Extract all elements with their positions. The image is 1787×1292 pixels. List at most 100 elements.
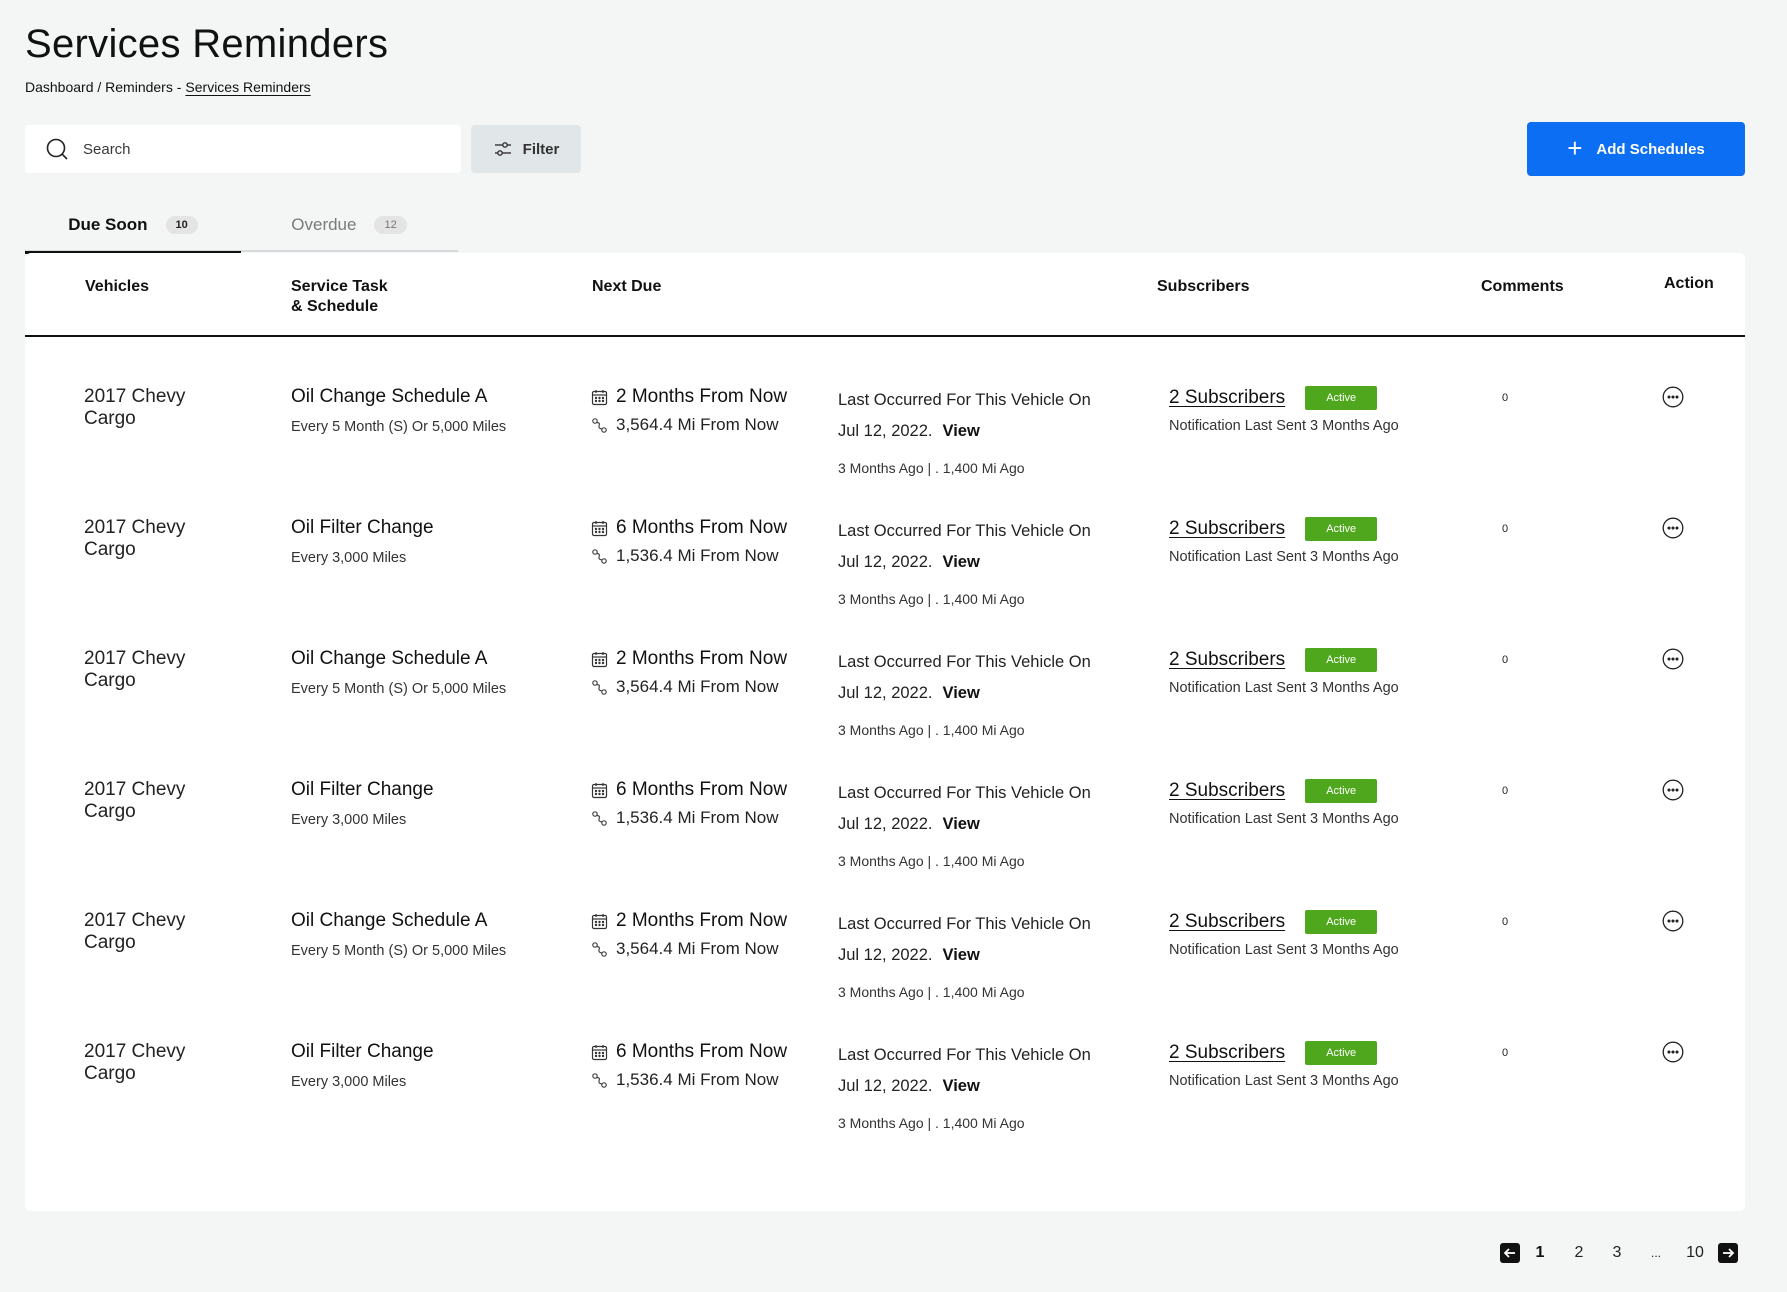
header-action: Action [1664, 275, 1714, 292]
service-task-name[interactable]: Oil Filter Change [291, 779, 434, 801]
service-task-name[interactable]: Oil Change Schedule A [291, 910, 487, 932]
arrow-left-icon[interactable] [1500, 1243, 1520, 1263]
search-box[interactable] [25, 125, 461, 173]
subscribers-link[interactable]: 2 Subscribers [1169, 518, 1285, 540]
subscribers-link[interactable]: 2 Subscribers [1169, 387, 1285, 409]
vehicle-line1: 2017 Chevy [84, 386, 186, 407]
more-horizontal-icon[interactable] [1662, 779, 1684, 801]
header-subscribers[interactable]: Subscribers [1157, 277, 1249, 297]
due-time-text: 6 Months From Now [616, 779, 788, 800]
page-1[interactable]: 1 [1520, 1244, 1560, 1262]
notification-text: Notification Last Sent 3 Months Ago [1169, 811, 1399, 827]
subscribers-link[interactable]: 2 Subscribers [1169, 911, 1285, 933]
vehicle-name[interactable]: 2017 Chevy Cargo [84, 517, 224, 561]
last-occurred-date: Jul 12, 2022. View [838, 1077, 980, 1096]
tab-due-soon[interactable]: Due Soon 10 [25, 197, 241, 254]
comments-count[interactable]: 0 [1502, 1047, 1508, 1059]
more-horizontal-icon[interactable] [1662, 386, 1684, 408]
service-task-name[interactable]: Oil Change Schedule A [291, 386, 487, 408]
add-schedules-button[interactable]: + Add Schedules [1527, 122, 1745, 176]
calendar-icon [591, 782, 608, 798]
subscribers-link[interactable]: 2 Subscribers [1169, 1042, 1285, 1064]
last-date-text: Jul 12, 2022. [838, 1077, 933, 1095]
table-header: Vehicles Service Task & Schedule Next Du… [25, 253, 1745, 337]
more-horizontal-icon[interactable] [1662, 1041, 1684, 1063]
more-horizontal-icon[interactable] [1662, 910, 1684, 932]
vehicle-line2: Cargo [84, 801, 136, 822]
last-occurred-ago: 3 Months Ago | . 1,400 Mi Ago [838, 984, 1025, 1000]
header-vehicles[interactable]: Vehicles [85, 277, 149, 297]
view-link[interactable]: View [943, 684, 980, 703]
calendar-icon [591, 913, 608, 929]
subscribers-link[interactable]: 2 Subscribers [1169, 649, 1285, 671]
search-icon [46, 138, 68, 160]
page-2[interactable]: 2 [1560, 1244, 1598, 1262]
arrow-right-icon[interactable] [1718, 1243, 1738, 1263]
next-due-miles: 3,564.4 Mi From Now [591, 939, 779, 959]
status-badge: Active [1305, 648, 1378, 672]
last-occurred-ago: 3 Months Ago | . 1,400 Mi Ago [838, 1115, 1025, 1131]
page-3[interactable]: 3 [1598, 1244, 1636, 1262]
service-task-name[interactable]: Oil Change Schedule A [291, 648, 487, 670]
vehicle-name[interactable]: 2017 Chevy Cargo [84, 386, 224, 430]
header-comments[interactable]: Comments [1481, 277, 1564, 297]
table-row: 2017 Chevy Cargo Oil Filter Change Every 3,… [25, 779, 1745, 910]
breadcrumb-path[interactable]: Dashboard / Reminders - [25, 79, 181, 95]
next-due-time: 2 Months From Now [591, 648, 787, 670]
comments-count[interactable]: 0 [1502, 523, 1508, 535]
next-due-time: 6 Months From Now [591, 1041, 787, 1063]
due-miles-text: 3,564.4 Mi From Now [616, 939, 779, 958]
comments-count[interactable]: 0 [1502, 392, 1508, 404]
tab-label: Overdue [291, 214, 357, 234]
tab-overdue[interactable]: Overdue 12 [241, 197, 457, 252]
last-occurred-ago: 3 Months Ago | . 1,400 Mi Ago [838, 722, 1025, 738]
header-task-line1: Service Task [291, 278, 388, 295]
search-input[interactable] [83, 140, 423, 158]
filter-label: Filter [522, 140, 560, 158]
due-time-text: 2 Months From Now [616, 910, 788, 931]
status-badge: Active [1305, 779, 1378, 803]
vehicle-name[interactable]: 2017 Chevy Cargo [84, 648, 224, 692]
view-link[interactable]: View [943, 553, 980, 572]
vehicle-name[interactable]: 2017 Chevy Cargo [84, 1041, 224, 1085]
breadcrumb-current[interactable]: Services Reminders [185, 79, 310, 95]
route-icon [592, 548, 607, 564]
more-horizontal-icon[interactable] [1662, 517, 1684, 539]
subscribers-link[interactable]: 2 Subscribers [1169, 780, 1285, 802]
view-link[interactable]: View [943, 815, 980, 834]
status-badge: Active [1305, 1041, 1378, 1065]
vehicle-name[interactable]: 2017 Chevy Cargo [84, 910, 224, 954]
subscribers-cell: 2 Subscribers Active [1169, 779, 1378, 803]
comments-count[interactable]: 0 [1502, 654, 1508, 666]
service-schedule: Every 5 Month (S) Or 5,000 Miles [291, 681, 507, 697]
last-occurred-ago: 3 Months Ago | . 1,400 Mi Ago [838, 460, 1025, 476]
vehicle-line1: 2017 Chevy [84, 648, 186, 669]
vehicle-name[interactable]: 2017 Chevy Cargo [84, 779, 224, 823]
notification-text: Notification Last Sent 3 Months Ago [1169, 680, 1399, 696]
page-10[interactable]: 10 [1676, 1244, 1714, 1262]
last-date-text: Jul 12, 2022. [838, 553, 933, 571]
last-occurred-label: Last Occurred For This Vehicle On [838, 653, 1091, 671]
last-date-text: Jul 12, 2022. [838, 684, 933, 702]
header-service-task[interactable]: Service Task & Schedule [291, 277, 388, 317]
last-occurred-date: Jul 12, 2022. View [838, 946, 980, 965]
last-occurred-label: Last Occurred For This Vehicle On [838, 522, 1091, 540]
service-schedule: Every 5 Month (S) Or 5,000 Miles [291, 419, 507, 435]
service-schedule: Every 3,000 Miles [291, 1074, 407, 1090]
status-badge: Active [1305, 517, 1378, 541]
next-due-miles: 3,564.4 Mi From Now [591, 415, 779, 435]
table-row: 2017 Chevy Cargo Oil Filter Change Every 3,… [25, 517, 1745, 648]
header-task-line2: & Schedule [291, 298, 379, 315]
service-task-name[interactable]: Oil Filter Change [291, 1041, 434, 1063]
view-link[interactable]: View [943, 1077, 980, 1096]
next-due-miles: 1,536.4 Mi From Now [591, 808, 779, 828]
service-task-name[interactable]: Oil Filter Change [291, 517, 434, 539]
view-link[interactable]: View [943, 946, 980, 965]
view-link[interactable]: View [943, 422, 980, 441]
comments-count[interactable]: 0 [1502, 916, 1508, 928]
route-icon [592, 679, 607, 695]
more-horizontal-icon[interactable] [1662, 648, 1684, 670]
filter-button[interactable]: Filter [471, 125, 581, 173]
comments-count[interactable]: 0 [1502, 785, 1508, 797]
header-next-due[interactable]: Next Due [592, 277, 661, 297]
